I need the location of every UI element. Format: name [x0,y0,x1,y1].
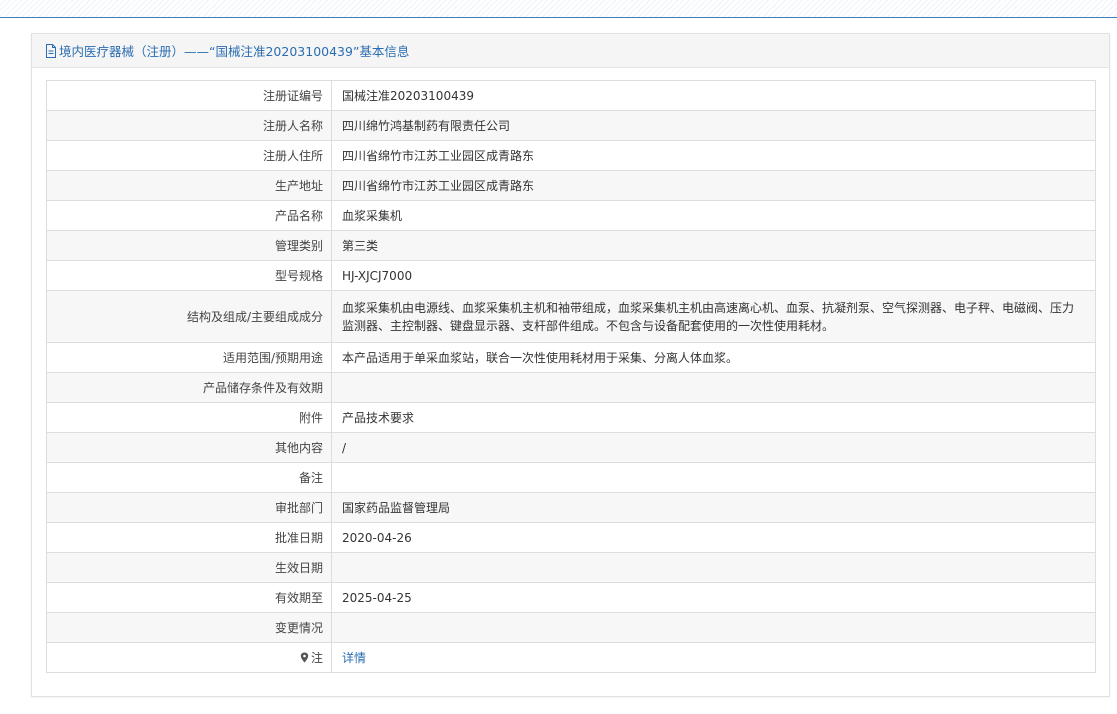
row-label: 型号规格 [46,260,332,291]
table-row: 生效日期 [46,552,1096,583]
row-label: 备注 [46,462,332,493]
table-row: 备注 [46,462,1096,493]
row-label: 生效日期 [46,552,332,583]
table-row: 生产地址 四川省绵竹市江苏工业园区成青路东 [46,170,1096,201]
row-value: 国家药品监督管理局 [331,492,1096,523]
panel-header: 境内医疗器械（注册）——“国械注准20203100439”基本信息 [32,34,1109,68]
row-label: 变更情况 [46,612,332,643]
row-value: 四川省绵竹市江苏工业园区成青路东 [331,140,1096,171]
details-link[interactable]: 详情 [342,651,366,665]
row-value: 国械注准20203100439 [331,80,1096,111]
document-icon [46,43,56,58]
table-row: 批准日期 2020-04-26 [46,522,1096,553]
row-label-note: 注 [46,642,332,673]
row-value: HJ-XJCJ7000 [331,260,1096,291]
row-label: 结构及组成/主要组成成分 [46,290,332,343]
info-table: 注册证编号 国械注准20203100439 注册人名称 四川绵竹鸿基制药有限责任… [46,80,1096,673]
row-value [331,552,1096,583]
table-row: 注册人名称 四川绵竹鸿基制药有限责任公司 [46,110,1096,141]
table-row: 适用范围/预期用途 本产品适用于单采血浆站，联合一次性使用耗材用于采集、分离人体… [46,342,1096,373]
panel-title: 境内医疗器械（注册）——“国械注准20203100439”基本信息 [59,44,410,59]
table-row: 注册人住所 四川省绵竹市江苏工业园区成青路东 [46,140,1096,171]
table-row: 注册证编号 国械注准20203100439 [46,80,1096,111]
info-table-wrap: 注册证编号 国械注准20203100439 注册人名称 四川绵竹鸿基制药有限责任… [46,80,1096,673]
table-row: 产品储存条件及有效期 [46,372,1096,403]
table-row: 有效期至 2025-04-25 [46,582,1096,613]
row-value: 2020-04-26 [331,522,1096,553]
table-row: 变更情况 [46,612,1096,643]
row-value [331,462,1096,493]
table-row: 注 详情 [46,642,1096,673]
row-value: / [331,432,1096,463]
note-label: 注 [310,650,323,665]
table-row: 结构及组成/主要组成成分 血浆采集机由电源线、血浆采集机主机和袖带组成，血浆采集… [46,290,1096,343]
row-label: 产品名称 [46,200,332,231]
row-label: 注册人住所 [46,140,332,171]
row-value: 本产品适用于单采血浆站，联合一次性使用耗材用于采集、分离人体血浆。 [331,342,1096,373]
row-value [331,372,1096,403]
row-value: 产品技术要求 [331,402,1096,433]
row-value: 血浆采集机由电源线、血浆采集机主机和袖带组成，血浆采集机主机由高速离心机、血泵、… [331,290,1096,343]
row-label: 管理类别 [46,230,332,261]
map-pin-icon [300,652,309,662]
row-value: 四川绵竹鸿基制药有限责任公司 [331,110,1096,141]
row-label: 有效期至 [46,582,332,613]
row-value: 血浆采集机 [331,200,1096,231]
row-value: 2025-04-25 [331,582,1096,613]
row-value: 详情 [331,642,1096,673]
table-row: 附件 产品技术要求 [46,402,1096,433]
row-label: 附件 [46,402,332,433]
table-row: 产品名称 血浆采集机 [46,200,1096,231]
info-panel: 境内医疗器械（注册）——“国械注准20203100439”基本信息 注册证编号 … [31,33,1110,697]
row-label: 注册人名称 [46,110,332,141]
row-label: 审批部门 [46,492,332,523]
row-label: 其他内容 [46,432,332,463]
top-divider [0,0,1117,18]
table-row: 管理类别 第三类 [46,230,1096,261]
row-label: 批准日期 [46,522,332,553]
table-row: 型号规格 HJ-XJCJ7000 [46,260,1096,291]
row-value: 四川省绵竹市江苏工业园区成青路东 [331,170,1096,201]
table-row: 其他内容 / [46,432,1096,463]
table-row: 审批部门 国家药品监督管理局 [46,492,1096,523]
row-value [331,612,1096,643]
row-label: 生产地址 [46,170,332,201]
row-label: 注册证编号 [46,80,332,111]
row-value: 第三类 [331,230,1096,261]
row-label: 产品储存条件及有效期 [46,372,332,403]
row-label: 适用范围/预期用途 [46,342,332,373]
